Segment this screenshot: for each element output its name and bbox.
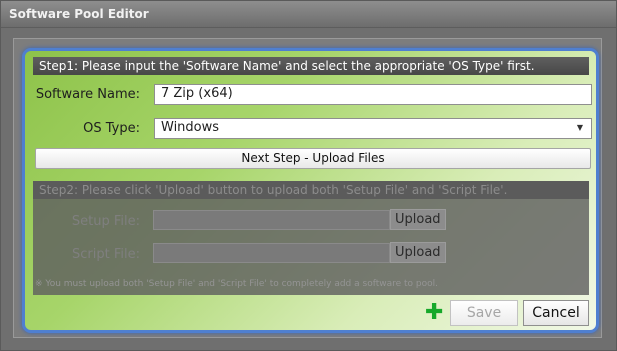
script-file-upload-button[interactable]: Upload <box>390 242 446 263</box>
step1-header: Step1: Please input the 'Software Name' … <box>33 57 589 75</box>
setup-file-field[interactable] <box>153 210 390 230</box>
cancel-button[interactable]: Cancel <box>523 300 589 326</box>
editor-panel: Step1: Please input the 'Software Name' … <box>22 48 599 333</box>
software-name-label: Software Name: <box>35 87 140 102</box>
setup-file-label: Setup File: <box>71 214 140 229</box>
next-step-upload-button[interactable]: Next Step - Upload Files <box>35 148 591 169</box>
plus-icon[interactable]: ✚ <box>425 302 443 324</box>
software-name-input[interactable]: 7 Zip (x64) <box>154 84 592 105</box>
chevron-down-icon: ▼ <box>576 123 583 132</box>
save-button[interactable]: Save <box>450 300 518 326</box>
os-type-label: OS Type: <box>83 121 140 136</box>
software-pool-editor-dialog: Software Pool Editor Step1: Please input… <box>0 0 617 351</box>
script-file-label: Script File: <box>72 247 140 262</box>
os-type-select[interactable]: Windows ▼ <box>154 118 592 139</box>
upload-requirement-note: ※ You must upload both 'Setup File' and … <box>35 279 438 289</box>
setup-file-upload-button[interactable]: Upload <box>390 209 446 230</box>
script-file-field[interactable] <box>153 243 390 263</box>
dialog-title: Software Pool Editor <box>1 1 616 28</box>
step2-header: Step2: Please click 'Upload' button to u… <box>33 181 589 199</box>
os-type-value: Windows <box>161 120 220 135</box>
